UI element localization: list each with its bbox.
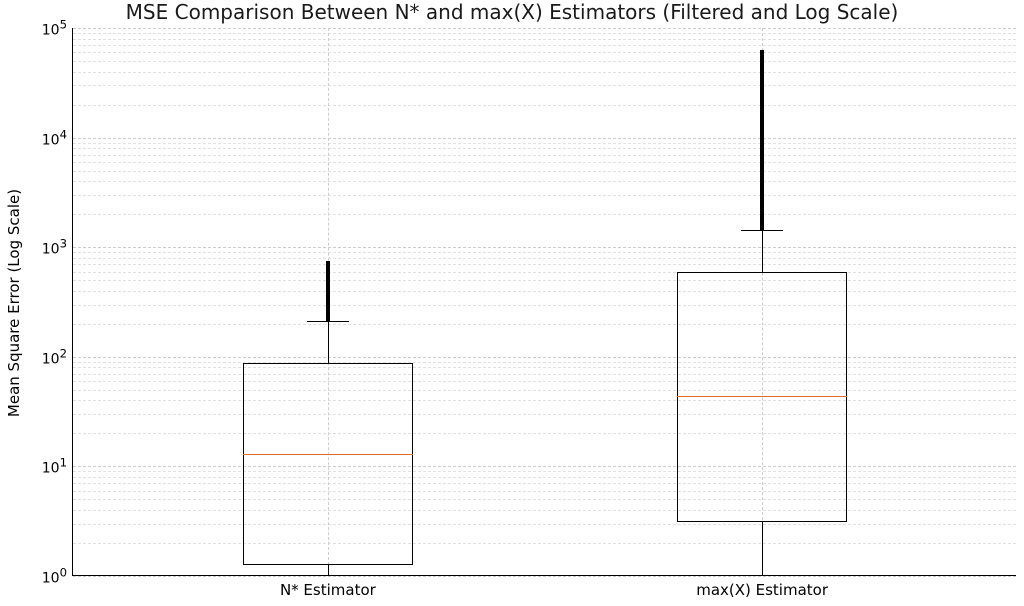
gridline-minor <box>73 162 1016 163</box>
y-tick-label: 105 <box>42 18 73 39</box>
figure: MSE Comparison Between N* and max(X) Est… <box>0 0 1024 606</box>
whisker-high <box>762 230 763 272</box>
gridline-minor <box>73 305 1016 306</box>
gridline-minor <box>73 362 1016 363</box>
gridline-minor <box>73 491 1016 492</box>
gridline-minor <box>73 374 1016 375</box>
gridline-minor <box>73 148 1016 149</box>
gridline-minor <box>73 483 1016 484</box>
gridline-major <box>73 138 1016 139</box>
cap-high <box>307 321 349 322</box>
gridline-minor <box>73 291 1016 292</box>
gridline-minor <box>73 258 1016 259</box>
gridline-minor <box>73 543 1016 544</box>
x-tick-label: N* Estimator <box>280 575 376 599</box>
chart-title: MSE Comparison Between N* and max(X) Est… <box>0 0 1024 24</box>
gridline-minor <box>73 143 1016 144</box>
median-line <box>677 396 847 397</box>
outlier-cluster <box>326 261 330 322</box>
gridline-minor <box>73 61 1016 62</box>
x-tick-label: max(X) Estimator <box>696 575 828 599</box>
gridline-major <box>73 576 1016 577</box>
gridline-minor <box>73 381 1016 382</box>
y-tick-label: 101 <box>42 456 73 477</box>
gridline-minor <box>73 471 1016 472</box>
gridline-minor <box>73 85 1016 86</box>
whisker-high <box>328 321 329 363</box>
gridline-major <box>73 28 1016 29</box>
gridline-minor <box>73 499 1016 500</box>
plot-area: 100101102103104105N* Estimatormax(X) Est… <box>72 28 1016 576</box>
gridline-major <box>73 466 1016 467</box>
y-axis-label: Mean Square Error (Log Scale) <box>0 0 28 606</box>
gridline-minor <box>73 105 1016 106</box>
gridline-minor <box>73 39 1016 40</box>
gridline-minor <box>73 510 1016 511</box>
gridline-minor <box>73 72 1016 73</box>
gridline-minor <box>73 367 1016 368</box>
gridline-minor <box>73 390 1016 391</box>
gridline-minor <box>73 252 1016 253</box>
y-tick-label: 104 <box>42 127 73 148</box>
gridline-minor <box>73 181 1016 182</box>
gridline-minor <box>73 52 1016 53</box>
gridline-minor <box>73 400 1016 401</box>
gridline-minor <box>73 280 1016 281</box>
y-tick-label: 100 <box>42 566 73 587</box>
gridline-minor <box>73 195 1016 196</box>
y-tick-label: 103 <box>42 237 73 258</box>
cap-high <box>741 230 783 231</box>
y-tick-label: 102 <box>42 346 73 367</box>
gridline-minor <box>73 171 1016 172</box>
gridline-minor <box>73 214 1016 215</box>
median-line <box>243 454 413 455</box>
outlier-cluster <box>760 50 764 230</box>
gridline-minor <box>73 45 1016 46</box>
y-axis-label-text: Mean Square Error (Log Scale) <box>5 189 23 417</box>
gridline-minor <box>73 524 1016 525</box>
gridline-major <box>73 247 1016 248</box>
gridline-minor <box>73 272 1016 273</box>
gridline-minor <box>73 155 1016 156</box>
gridline-major <box>73 357 1016 358</box>
whisker-low <box>328 565 329 576</box>
gridline-minor <box>73 414 1016 415</box>
whisker-low <box>762 522 763 576</box>
gridline-minor <box>73 324 1016 325</box>
box <box>243 363 413 565</box>
gridline-minor <box>73 433 1016 434</box>
gridline-minor <box>73 264 1016 265</box>
gridline-minor <box>73 477 1016 478</box>
gridline-minor <box>73 33 1016 34</box>
